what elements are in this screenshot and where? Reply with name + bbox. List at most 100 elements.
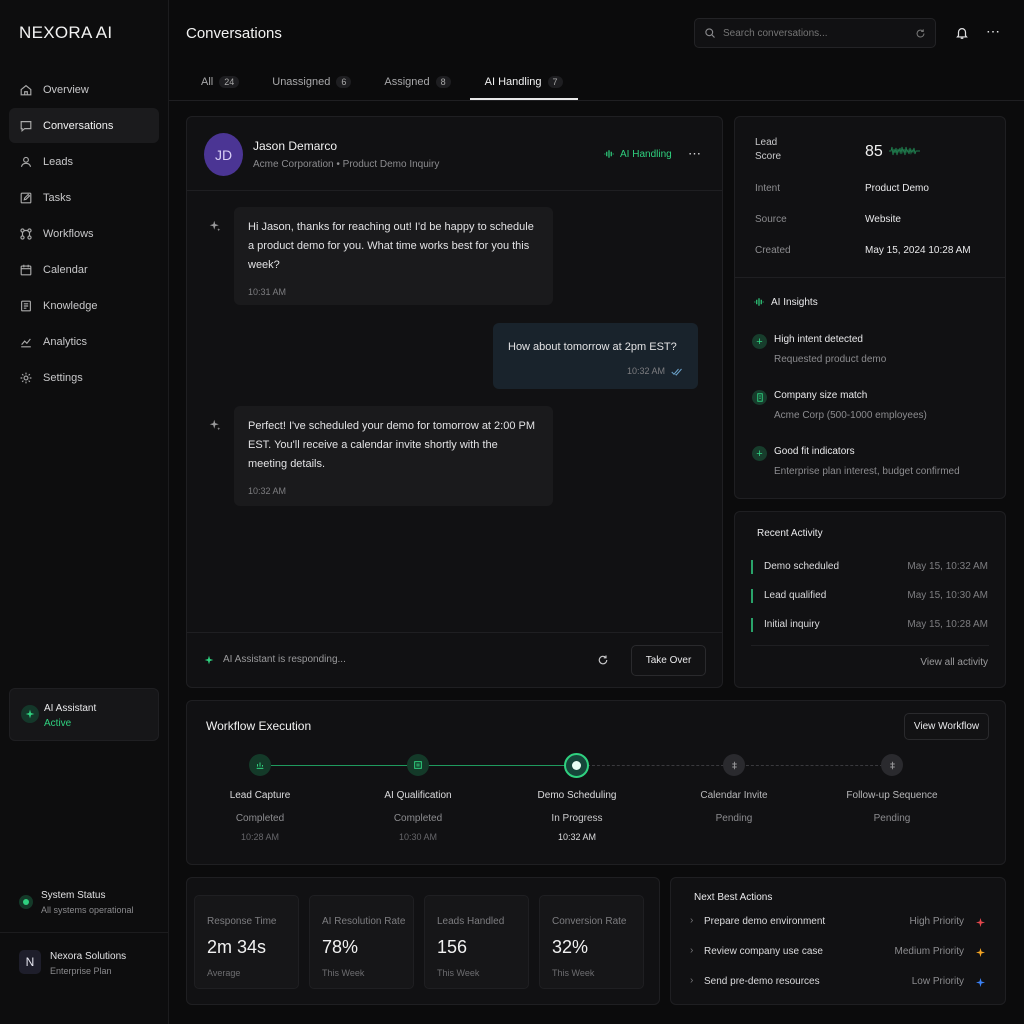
stat-label: Leads Handled bbox=[437, 916, 505, 927]
double-check-icon bbox=[671, 368, 682, 376]
step-name: Demo Scheduling bbox=[537, 790, 617, 801]
insight-detail: Requested product demo bbox=[774, 354, 887, 365]
sidebar-item-settings[interactable]: Settings bbox=[9, 360, 159, 395]
sidebar: NEXORA AI Overview Conversations Leads T… bbox=[0, 0, 169, 1024]
insight-detail: Enterprise plan interest, budget confirm… bbox=[774, 466, 960, 477]
tab-count: 8 bbox=[435, 76, 451, 88]
book-icon bbox=[21, 300, 31, 311]
step-icon-follow-up[interactable] bbox=[881, 754, 903, 776]
app-logo[interactable]: NEXORA AI bbox=[19, 23, 112, 43]
workflow-step: Follow-up Sequence Pending bbox=[817, 790, 967, 824]
sidebar-item-label: Knowledge bbox=[43, 299, 98, 312]
message-ai: Perfect! I've scheduled your demo for to… bbox=[234, 406, 553, 506]
sidebar-item-label: Settings bbox=[43, 371, 83, 384]
bell-icon[interactable] bbox=[955, 26, 969, 40]
tab-assigned[interactable]: Assigned 8 bbox=[366, 64, 465, 100]
search-input[interactable] bbox=[723, 27, 903, 39]
sidebar-item-knowledge[interactable]: Knowledge bbox=[9, 288, 159, 323]
stat-card: AI Resolution Rate 78% This Week bbox=[309, 895, 414, 989]
org-avatar[interactable]: N bbox=[19, 950, 41, 974]
activity-marker bbox=[751, 589, 753, 603]
org-name[interactable]: Nexora Solutions bbox=[50, 951, 126, 962]
stat-value: 2m 34s bbox=[207, 937, 267, 957]
tab-ai-handling[interactable]: AI Handling 7 bbox=[469, 64, 578, 100]
sidebar-item-analytics[interactable]: Analytics bbox=[9, 324, 159, 359]
take-over-button[interactable]: Take Over bbox=[631, 645, 706, 676]
contact-name[interactable]: Jason Demarco bbox=[253, 139, 337, 153]
tab-label: Unassigned bbox=[272, 76, 331, 88]
sidebar-item-leads[interactable]: Leads bbox=[9, 144, 159, 179]
more-menu-icon[interactable]: ⋯ bbox=[986, 23, 1001, 40]
tab-label: AI Handling bbox=[484, 76, 542, 88]
step-name: Follow-up Sequence bbox=[846, 790, 938, 801]
step-time: 10:32 AM bbox=[557, 832, 597, 842]
priority-star-icon bbox=[976, 918, 985, 927]
page-title: Conversations bbox=[186, 25, 282, 42]
divider bbox=[751, 645, 989, 646]
sidebar-item-calendar[interactable]: Calendar bbox=[9, 252, 159, 287]
plus-icon: + bbox=[752, 334, 767, 349]
divider bbox=[187, 190, 722, 191]
step-status: Completed bbox=[235, 813, 285, 824]
stat-card: Leads Handled 156 This Week bbox=[424, 895, 529, 989]
system-status-title: System Status bbox=[41, 890, 106, 901]
lead-field-label: Source bbox=[755, 214, 787, 225]
tab-count: 6 bbox=[336, 76, 352, 88]
step-icon-calendar-invite[interactable] bbox=[723, 754, 745, 776]
next-action-label: Send pre-demo resources bbox=[704, 976, 820, 987]
message-ai: Hi Jason, thanks for reaching out! I'd b… bbox=[234, 207, 553, 305]
workflow-step: AI Qualification Completed 10:30 AM bbox=[343, 790, 493, 842]
workflow-panel: Workflow Execution View Workflow Lead Ca… bbox=[186, 700, 1006, 865]
message-meta: 10:32 AM bbox=[508, 362, 683, 381]
ai-handling-badge[interactable]: AI Handling bbox=[603, 148, 672, 160]
view-all-activity-link[interactable]: View all activity bbox=[920, 657, 988, 668]
tab-unassigned[interactable]: Unassigned 6 bbox=[254, 64, 366, 100]
lead-field-value: Product Demo bbox=[865, 183, 929, 194]
sidebar-item-label: Analytics bbox=[43, 335, 88, 348]
sidebar-item-conversations[interactable]: Conversations bbox=[9, 108, 159, 143]
workflow-step: Lead Capture Completed 10:28 AM bbox=[185, 790, 335, 842]
step-time: 10:28 AM bbox=[240, 832, 280, 842]
sidebar-item-label: Overview bbox=[43, 83, 89, 96]
contact-avatar[interactable]: JD bbox=[204, 133, 243, 176]
stat-card: Conversion Rate 32% This Week bbox=[539, 895, 644, 989]
ai-assistant-card[interactable]: AI Assistant Active bbox=[9, 688, 159, 741]
search-icon bbox=[705, 28, 715, 38]
chevron-right-icon: › bbox=[690, 915, 694, 926]
ai-responding-status: AI Assistant is responding... bbox=[223, 654, 346, 665]
next-action-item[interactable]: › Prepare demo environment High Priority bbox=[690, 915, 990, 930]
stat-label: AI Resolution Rate bbox=[322, 916, 406, 927]
insight-title: High intent detected bbox=[774, 334, 863, 345]
stat-label: Response Time bbox=[207, 916, 277, 927]
calendar-icon bbox=[20, 264, 32, 275]
step-status: Pending bbox=[873, 813, 911, 824]
conversation-menu-icon[interactable]: ⋯ bbox=[688, 146, 701, 162]
ai-sparkle-icon bbox=[21, 705, 39, 723]
next-action-item[interactable]: › Review company use case Medium Priorit… bbox=[690, 945, 990, 960]
priority-star-icon bbox=[976, 948, 985, 957]
sidebar-item-overview[interactable]: Overview bbox=[9, 72, 159, 107]
sidebar-item-workflows[interactable]: Workflows bbox=[9, 216, 159, 251]
refresh-icon[interactable] bbox=[597, 654, 609, 666]
refresh-icon[interactable] bbox=[915, 28, 926, 39]
priority-label: Medium Priority bbox=[894, 946, 964, 957]
next-action-item[interactable]: › Send pre-demo resources Low Priority bbox=[690, 975, 990, 990]
user-icon bbox=[20, 156, 32, 167]
view-workflow-button[interactable]: View Workflow bbox=[904, 713, 989, 740]
building-icon bbox=[752, 390, 767, 405]
step-icon-ai-qualification[interactable] bbox=[407, 754, 429, 776]
lead-score-label: Lead Score bbox=[755, 137, 782, 162]
priority-star-icon bbox=[976, 978, 985, 987]
activity-time: May 15, 10:32 AM bbox=[907, 561, 988, 572]
activity-marker bbox=[751, 560, 753, 574]
search-box[interactable] bbox=[694, 18, 936, 48]
step-icon-lead-capture[interactable] bbox=[249, 754, 271, 776]
step-name: Calendar Invite bbox=[700, 790, 768, 801]
ai-sparkle-icon bbox=[204, 414, 226, 436]
edit-icon bbox=[20, 192, 32, 203]
contact-subtitle: Acme Corporation • Product Demo Inquiry bbox=[253, 159, 440, 170]
activity-time: May 15, 10:28 AM bbox=[907, 619, 988, 630]
step-icon-demo-scheduling[interactable] bbox=[564, 753, 589, 778]
sidebar-item-tasks[interactable]: Tasks bbox=[9, 180, 159, 215]
tab-all[interactable]: All 24 bbox=[186, 64, 254, 100]
